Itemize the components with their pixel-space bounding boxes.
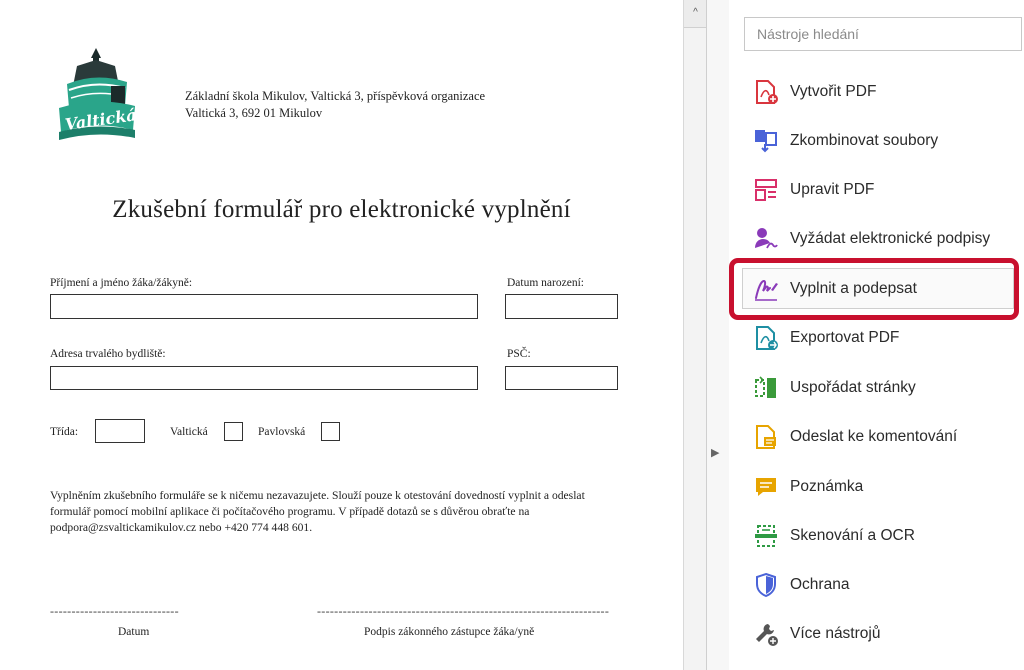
- class-input[interactable]: [95, 419, 145, 443]
- tool-label: Vytvořit PDF: [790, 83, 877, 100]
- tool-send-for-comments[interactable]: Odeslat ke komentování: [744, 417, 1024, 457]
- tool-organize-pages[interactable]: Uspořádat stránky: [744, 368, 1024, 408]
- birth-date-input[interactable]: [505, 294, 618, 319]
- export-pdf-icon: [752, 324, 780, 352]
- psc-input[interactable]: [505, 366, 618, 390]
- tools-pane: Vytvořit PDF Zkombinovat soubory Upravit…: [729, 0, 1024, 670]
- chevron-up-icon: ^: [693, 7, 698, 18]
- name-label: Příjmení a jméno žáka/žákyně:: [50, 277, 193, 289]
- tool-request-signatures[interactable]: Vyžádat elektronické podpisy: [744, 219, 1024, 259]
- pane-divider[interactable]: ▶: [706, 0, 730, 670]
- tool-label: Ochrana: [790, 576, 850, 593]
- more-tools-icon: [752, 620, 780, 648]
- collapse-pane-icon[interactable]: ▶: [711, 446, 723, 460]
- form-title: Zkušební formulář pro elektronické vypln…: [112, 196, 571, 223]
- protect-icon: [752, 571, 780, 599]
- tool-label: Uspořádat stránky: [790, 379, 916, 396]
- class-label: Třída:: [50, 426, 79, 438]
- address-input[interactable]: [50, 366, 478, 390]
- tools-search-input[interactable]: [744, 17, 1022, 51]
- pavlovska-label: Pavlovská: [258, 426, 306, 438]
- vertical-scrollbar[interactable]: ^: [683, 0, 707, 670]
- tool-protect[interactable]: Ochrana: [744, 565, 1024, 605]
- tool-label: Vyžádat elektronické podpisy: [790, 230, 991, 247]
- comment-icon: [752, 473, 780, 501]
- scan-ocr-icon: [752, 522, 780, 550]
- send-comment-icon: [752, 423, 780, 451]
- pdf-document-page: Valtická Základní škola Mikulov, Valtick…: [0, 0, 683, 670]
- tool-combine-files[interactable]: Zkombinovat soubory: [744, 121, 1024, 161]
- tool-label: Zkombinovat soubory: [790, 132, 939, 149]
- school-address: Valtická 3, 692 01 Mikulov: [185, 106, 323, 120]
- tool-label: Poznámka: [790, 478, 864, 495]
- signature-label: Podpis zákonného zástupce žáka/yně: [364, 626, 535, 638]
- tool-label: Upravit PDF: [790, 181, 875, 198]
- tool-label: Odeslat ke komentování: [790, 428, 958, 445]
- birth-date-label: Datum narození:: [507, 277, 584, 289]
- combine-files-icon: [752, 127, 780, 155]
- psc-label: PSČ:: [507, 348, 531, 360]
- address-label: Adresa trvalého bydliště:: [50, 348, 166, 360]
- signature-line: ----------------------------------------…: [317, 604, 610, 618]
- organize-pages-icon: [752, 374, 780, 402]
- date-signature-line: ------------------------------: [50, 604, 179, 618]
- school-name: Základní škola Mikulov, Valtická 3, přís…: [185, 89, 486, 103]
- tool-more-tools[interactable]: Více nástrojů: [744, 614, 1024, 654]
- valticka-label: Valtická: [170, 426, 208, 438]
- tool-label: Skenování a OCR: [790, 527, 915, 544]
- scroll-up-button[interactable]: ^: [684, 0, 707, 28]
- tool-create-pdf[interactable]: Vytvořit PDF: [744, 72, 1024, 112]
- highlight-frame: [729, 258, 1019, 320]
- name-input[interactable]: [50, 294, 478, 319]
- notice-text: Vyplněním zkušebního formuláře se k niče…: [50, 489, 585, 534]
- tool-export-pdf[interactable]: Exportovat PDF: [744, 318, 1024, 358]
- edit-pdf-icon: [752, 176, 780, 204]
- tool-label: Exportovat PDF: [790, 329, 900, 346]
- tool-scan-ocr[interactable]: Skenování a OCR: [744, 516, 1024, 556]
- tool-edit-pdf[interactable]: Upravit PDF: [744, 170, 1024, 210]
- date-label: Datum: [118, 626, 150, 638]
- tool-label: Více nástrojů: [790, 625, 881, 642]
- tool-comment[interactable]: Poznámka: [744, 467, 1024, 507]
- request-signature-icon: [752, 225, 780, 253]
- pavlovska-checkbox[interactable]: [321, 422, 340, 441]
- create-pdf-icon: [752, 78, 780, 106]
- valticka-checkbox[interactable]: [224, 422, 243, 441]
- school-logo: Valtická: [55, 46, 138, 146]
